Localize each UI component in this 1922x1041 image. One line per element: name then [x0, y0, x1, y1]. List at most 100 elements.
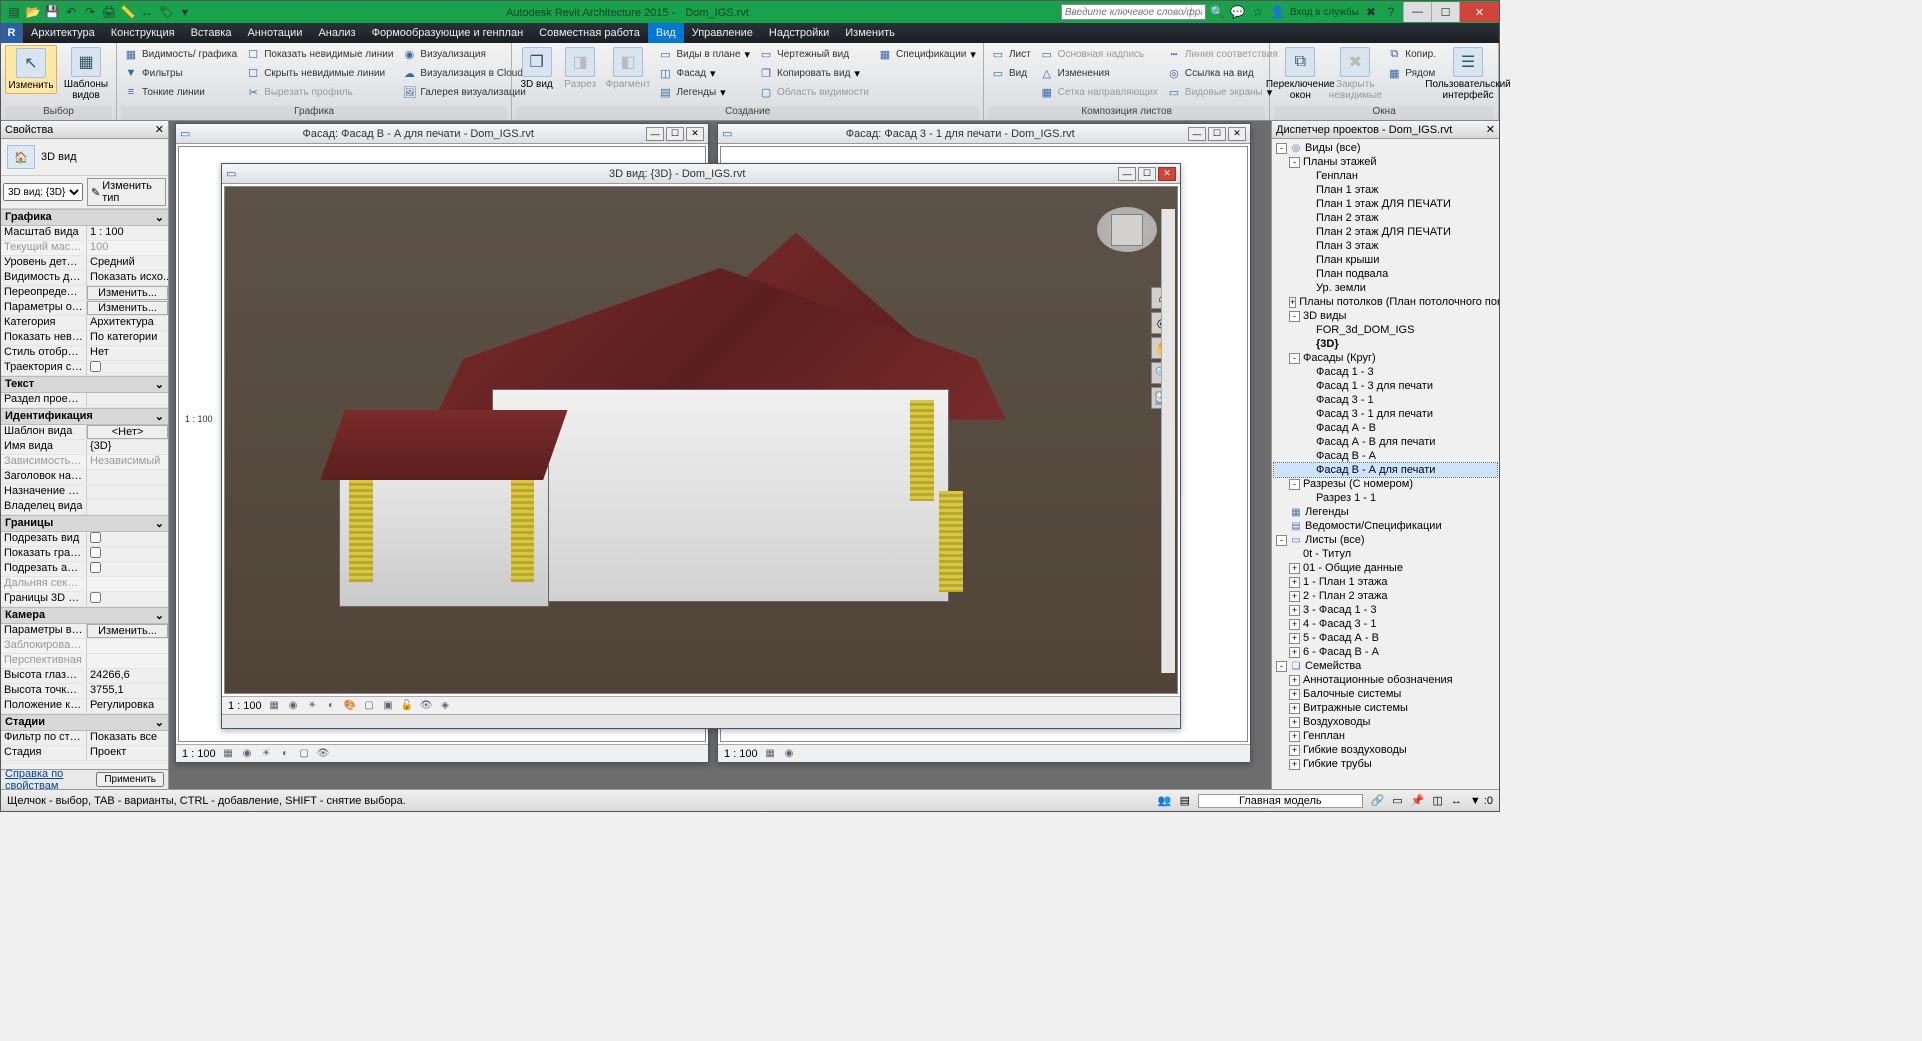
reveal-icon[interactable]: ◈ — [439, 699, 452, 712]
project-browser-tree[interactable]: -◎Виды (все)-Планы этажейГенпланПлан 1 э… — [1272, 139, 1499, 789]
tree-item[interactable]: План 2 этаж ДЛЯ ПЕЧАТИ — [1274, 225, 1497, 239]
tree-item[interactable]: +3 - Фасад 1 - 3 — [1274, 603, 1497, 617]
tree-toggle-icon[interactable]: + — [1289, 759, 1300, 770]
close-button[interactable]: ✕ — [1228, 127, 1246, 141]
props-help-link[interactable]: Справка по свойствам — [5, 768, 96, 792]
prop-value[interactable] — [87, 470, 168, 484]
tree-toggle-icon[interactable]: + — [1289, 577, 1300, 588]
unlock-icon[interactable]: 🔓 — [401, 699, 414, 712]
fragment-button[interactable]: ◧ Фрагмент — [604, 45, 653, 92]
tree-item[interactable]: -3D виды — [1274, 309, 1497, 323]
copy-view-button[interactable]: ❐Копировать вид ▾ — [756, 64, 872, 82]
prop-value[interactable]: 3755,1 — [87, 684, 168, 698]
model-label[interactable]: Главная модель — [1198, 794, 1363, 808]
tree-toggle-icon[interactable]: + — [1289, 647, 1300, 658]
tree-item[interactable]: Разрез 1 - 1 — [1274, 491, 1497, 505]
tree-item[interactable]: -❏Семейства — [1274, 659, 1497, 673]
prop-section[interactable]: Текст⌄ — [1, 376, 168, 393]
tree-toggle-icon[interactable]: + — [1289, 633, 1300, 644]
view-select[interactable]: 3D вид: {3D} — [3, 183, 83, 201]
switch-windows-button[interactable]: ⧉ Переключение окон — [1274, 45, 1326, 103]
tree-item[interactable]: +2 - План 2 этажа — [1274, 589, 1497, 603]
tab-аннотации[interactable]: Аннотации — [239, 23, 310, 43]
more-icon[interactable]: ▾ — [177, 4, 193, 20]
scrollbar-vertical[interactable] — [1161, 209, 1175, 673]
prop-value[interactable] — [87, 547, 168, 561]
tree-toggle-icon[interactable]: + — [1289, 745, 1300, 756]
view3d-button[interactable]: ❐ 3D вид — [516, 45, 557, 92]
tree-item[interactable]: +Витражные системы — [1274, 701, 1497, 715]
plan-views-button[interactable]: ▭Виды в плане ▾ — [655, 45, 753, 63]
prop-value[interactable]: Показать все — [87, 731, 168, 745]
detail-icon[interactable]: ▦ — [268, 699, 281, 712]
search-input[interactable] — [1061, 4, 1206, 20]
tree-item[interactable]: Фасад 3 - 1 для печати — [1274, 407, 1497, 421]
print-icon[interactable]: 🖨 — [101, 4, 117, 20]
prop-section[interactable]: Камера⌄ — [1, 607, 168, 624]
tree-item[interactable]: План подвала — [1274, 267, 1497, 281]
tree-item[interactable]: +Генплан — [1274, 729, 1497, 743]
app-menu-icon[interactable]: ▤ — [6, 4, 22, 20]
tree-item[interactable]: +01 - Общие данные — [1274, 561, 1497, 575]
render-icon[interactable]: 🎨 — [344, 699, 357, 712]
measure-icon[interactable]: 📏 — [120, 4, 136, 20]
minimize-button[interactable]: — — [1118, 167, 1136, 181]
tab-архитектура[interactable]: Архитектура — [23, 23, 103, 43]
tab-совместная работа[interactable]: Совместная работа — [531, 23, 648, 43]
tree-toggle-icon[interactable]: + — [1289, 591, 1300, 602]
tree-item[interactable]: -◎Виды (все) — [1274, 141, 1497, 155]
viewcube[interactable] — [1097, 207, 1157, 252]
tree-item[interactable]: План 1 этаж — [1274, 183, 1497, 197]
tree-item[interactable]: 0t - Титул — [1274, 547, 1497, 561]
tree-toggle-icon[interactable]: + — [1289, 703, 1300, 714]
tree-toggle-icon[interactable]: + — [1289, 731, 1300, 742]
tree-item[interactable]: Фасад 3 - 1 — [1274, 393, 1497, 407]
tree-item[interactable]: +Гибкие воздуховоды — [1274, 743, 1497, 757]
tree-item[interactable]: FOR_3d_DOM_IGS — [1274, 323, 1497, 337]
prop-value[interactable] — [87, 592, 168, 606]
scale-display[interactable]: 1 : 100 — [228, 700, 262, 712]
login-label[interactable]: Вход в службы — [1290, 7, 1359, 18]
render-button[interactable]: ◉Визуализация — [399, 45, 528, 63]
scale-display[interactable]: 1 : 100 — [724, 748, 758, 760]
mdi-title[interactable]: ▭ Фасад: Фасад 3 - 1 для печати - Dom_IG… — [718, 124, 1250, 144]
close-button[interactable]: ✕ — [1158, 167, 1176, 181]
exchange-icon[interactable]: ✖ — [1363, 4, 1379, 20]
mdi-window-3d[interactable]: ▭ 3D вид: {3D} - Dom_IGS.rvt — ☐ ✕ — [221, 163, 1181, 729]
tab-надстройки[interactable]: Надстройки — [761, 23, 837, 43]
3d-viewport[interactable]: ⌂ ◎ ✋ 🔍 🔄 — [224, 186, 1178, 694]
tree-toggle-icon[interactable]: + — [1289, 297, 1296, 308]
filters-button[interactable]: ▼Фильтры — [121, 64, 240, 82]
maximize-button[interactable]: ☐ — [1138, 167, 1156, 181]
view-templates-button[interactable]: ▦ Шаблоны видов — [60, 45, 112, 103]
sun-icon[interactable]: ☀ — [306, 699, 319, 712]
apply-button[interactable]: Применить — [96, 772, 164, 787]
shadow-icon[interactable]: ◐ — [279, 747, 292, 760]
tree-item[interactable]: +Гибкие трубы — [1274, 757, 1497, 771]
maximize-button[interactable]: ☐ — [1208, 127, 1226, 141]
elevation-button[interactable]: ◫Фасад ▾ — [655, 64, 753, 82]
hide-hidden-button[interactable]: ☐Скрыть невидимые линии — [243, 64, 396, 82]
prop-value[interactable] — [87, 577, 168, 591]
view-button[interactable]: ▭Вид — [988, 64, 1034, 82]
tree-toggle-icon[interactable]: - — [1289, 157, 1300, 168]
search-icon[interactable]: 🔍 — [1210, 4, 1226, 20]
render-cloud-button[interactable]: ☁Визуализация в Cloud — [399, 64, 528, 82]
comm-icon[interactable]: 💬 — [1230, 4, 1246, 20]
detail-icon[interactable]: ▦ — [764, 747, 777, 760]
prop-value[interactable]: {3D} — [87, 440, 168, 454]
edit-type-button[interactable]: ✎Изменить тип — [87, 178, 166, 206]
visibility-graphics-button[interactable]: ▦Видимость/ графика — [121, 45, 240, 63]
schedules-button[interactable]: ▦Спецификации ▾ — [875, 45, 979, 63]
mdi-title[interactable]: ▭ 3D вид: {3D} - Dom_IGS.rvt — ☐ ✕ — [222, 164, 1180, 184]
select-links-icon[interactable]: 🔗 — [1371, 794, 1385, 807]
tree-toggle-icon[interactable]: + — [1289, 717, 1300, 728]
shadow-icon[interactable]: ◐ — [325, 699, 338, 712]
select-face-icon[interactable]: ◫ — [1432, 794, 1442, 807]
show-hidden-button[interactable]: ☐Показать невидимые линии — [243, 45, 396, 63]
mdi-title[interactable]: ▭ Фасад: Фасад В - А для печати - Dom_IG… — [176, 124, 708, 144]
prop-value[interactable] — [87, 532, 168, 546]
hide-icon[interactable]: 👁 — [317, 747, 330, 760]
help-icon[interactable]: ? — [1383, 4, 1399, 20]
prop-value[interactable]: Независимый — [87, 455, 168, 469]
